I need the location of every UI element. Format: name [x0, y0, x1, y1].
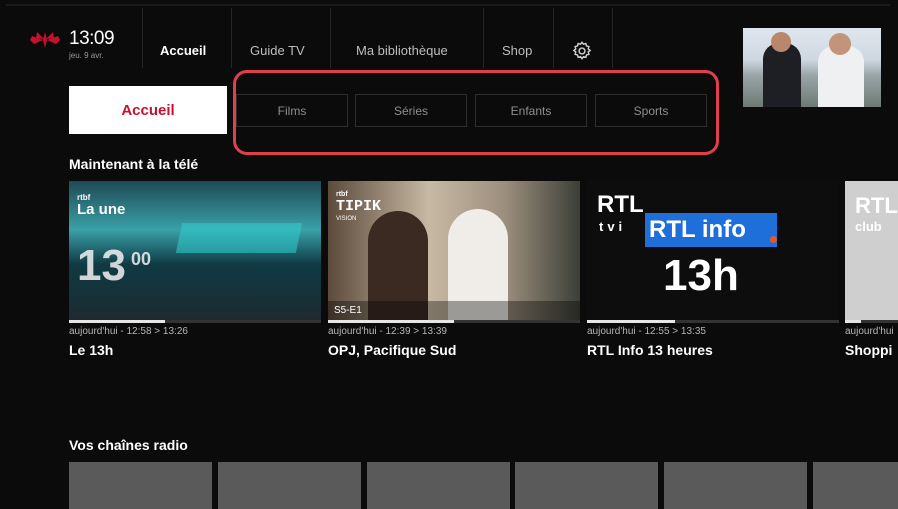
- program-overlay-13h: 13h: [663, 251, 739, 300]
- nav-item-accueil[interactable]: Accueil: [160, 43, 206, 58]
- nav-separator: [483, 8, 484, 68]
- tab-accueil[interactable]: Accueil: [69, 86, 227, 134]
- top-border: [6, 4, 890, 6]
- channel-logo-la-une: La une: [77, 201, 126, 218]
- program-title: OPJ, Pacifique Sud: [328, 342, 457, 358]
- program-time-range: aujourd'hui - 12:55 > 13:35: [587, 326, 706, 337]
- program-time-range: aujourd'hui: [845, 326, 894, 337]
- channel-logo-rtl: RTL: [597, 191, 644, 218]
- radio-tile[interactable]: [813, 462, 898, 509]
- section-title-now-on-tv: Maintenant à la télé: [69, 156, 199, 172]
- nav-separator: [142, 8, 143, 68]
- program-card-opj-pacifique-sud[interactable]: rtbf TIPIK VISION S5-E1: [328, 181, 580, 320]
- channel-logo-rtbf: rtbf: [336, 191, 348, 198]
- clock-time: 13:09: [69, 28, 115, 49]
- channel-logo-rtl: RTL: [855, 193, 898, 218]
- progress-bar: [69, 320, 321, 323]
- episode-badge: S5-E1: [334, 305, 362, 316]
- gear-icon[interactable]: [571, 40, 593, 62]
- radio-tile[interactable]: [218, 462, 361, 509]
- progress-bar: [845, 320, 898, 323]
- channel-logo-vision: VISION: [336, 216, 357, 222]
- progress-bar: [328, 320, 580, 323]
- progress-fill: [587, 320, 676, 323]
- nav-separator: [553, 8, 554, 68]
- program-title: RTL Info 13 heures: [587, 342, 713, 358]
- nav-separator: [231, 8, 232, 68]
- radio-tile[interactable]: [367, 462, 510, 509]
- live-preview-thumbnail[interactable]: [743, 28, 881, 107]
- progress-fill: [69, 320, 165, 323]
- nav-separator: [330, 8, 331, 68]
- nav-separator: [612, 8, 613, 68]
- progress-fill: [845, 320, 861, 323]
- nav-item-guide-tv[interactable]: Guide TV: [250, 43, 305, 58]
- program-card-shopping[interactable]: RTL club: [845, 181, 898, 320]
- program-time-range: aujourd'hui - 12:58 > 13:26: [69, 326, 188, 337]
- radio-tile[interactable]: [69, 462, 212, 509]
- clock-date: jeu. 9 avr.: [69, 51, 104, 60]
- channel-logo-club: club: [855, 219, 882, 234]
- program-overlay-text: 13: [77, 241, 126, 290]
- program-title: Le 13h: [69, 342, 114, 358]
- channel-logo-tipik: TIPIK: [336, 198, 382, 215]
- channel-logo-tvi: tvi: [599, 219, 627, 234]
- progress-bar: [587, 320, 839, 323]
- annotation-highlight-box: [233, 70, 719, 155]
- program-title: Shoppi: [845, 342, 893, 358]
- nav-item-ma-bibliotheque[interactable]: Ma bibliothèque: [356, 43, 448, 58]
- program-card-rtl-info-13-heures[interactable]: RTL tvi RTL info 13h: [587, 181, 839, 320]
- radio-tile[interactable]: [515, 462, 658, 509]
- program-overlay-text-small: 00: [131, 249, 152, 269]
- brand-logo-icon: [30, 32, 60, 48]
- program-time-range: aujourd'hui - 12:39 > 13:39: [328, 326, 447, 337]
- program-card-le-13h[interactable]: rtbf La une 13 00: [69, 181, 321, 320]
- radio-tile[interactable]: [664, 462, 807, 509]
- program-overlay-rtl-info: RTL info: [649, 216, 746, 243]
- section-title-radio: Vos chaînes radio: [69, 437, 188, 453]
- nav-item-shop[interactable]: Shop: [502, 43, 532, 58]
- progress-fill: [328, 320, 454, 323]
